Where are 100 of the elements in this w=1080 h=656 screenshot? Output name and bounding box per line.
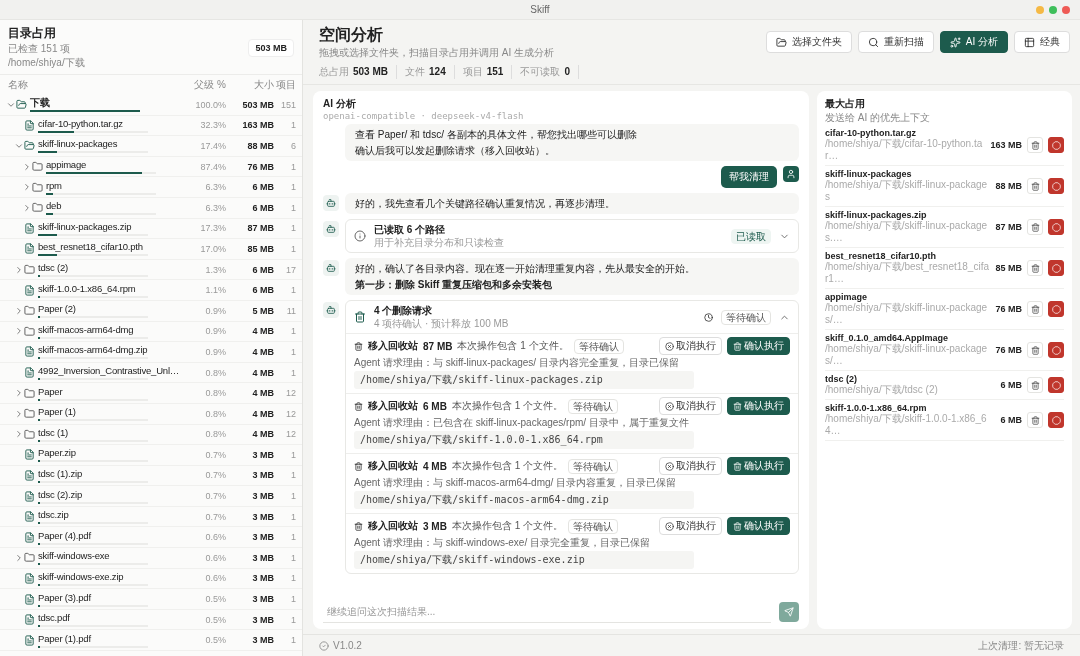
tree-row[interactable]: skiff-windows-exe 0.6% 3 MB 1 — [0, 548, 302, 569]
tree-row[interactable]: Paper (3).pdf 0.5% 3 MB 1 — [0, 589, 302, 610]
percent-text: 32.3% — [199, 120, 226, 131]
list-item[interactable]: appimage /home/shiya/下载/skiff-linux-packages/… 76 MB — [825, 289, 1064, 330]
tree-row[interactable]: Paper.zip 0.7% 3 MB 1 — [0, 445, 302, 466]
list-item[interactable]: cifar-10-python.tar.gz /home/shiya/下载/cifar-10-python.tar… 163 MB — [825, 125, 1064, 166]
tree-row[interactable]: Paper (1).pdf 0.5% 3 MB 1 — [0, 630, 302, 652]
count-text: 1 — [290, 511, 296, 522]
list-item[interactable]: skiff-linux-packages.zip /home/shiya/下载/skiff-linux-packages.… 87 MB — [825, 207, 1064, 248]
list-item[interactable]: skiff-linux-packages /home/shiya/下载/skiff-linux-packages 88 MB — [825, 166, 1064, 207]
count-text: 1 — [290, 202, 296, 213]
user-avatar — [783, 166, 799, 182]
send-button[interactable] — [779, 602, 799, 622]
file-icon — [24, 243, 35, 255]
chevron-down-icon[interactable] — [13, 141, 24, 151]
list-item[interactable]: skiff_0.1.0_amd64.AppImage /home/shiya/下载/skiff-linux-packages/… 76 MB — [825, 330, 1064, 371]
tree-row[interactable]: skiff-linux-packages.zip 17.3% 87 MB 1 — [0, 218, 302, 240]
toolbar-button[interactable]: AI 分析 — [939, 31, 1008, 53]
percent-text: 0.5% — [204, 635, 226, 646]
delete-button[interactable] — [1048, 260, 1064, 276]
tree-row[interactable]: tdsc (2) 1.3% 6 MB 17 — [0, 259, 302, 281]
trash-icon — [354, 341, 363, 351]
percent-text: 0.7% — [204, 470, 226, 481]
cancel-button[interactable]: 取消执行 — [659, 397, 722, 415]
tree-row[interactable]: Paper 0.8% 4 MB 12 — [0, 383, 302, 404]
count-text: 1 — [290, 532, 296, 543]
path-text: /home/shiya/下载/skiff-linux-packages.zip — [354, 371, 694, 389]
delete-button[interactable] — [1048, 219, 1064, 235]
close-button[interactable] — [1062, 6, 1070, 14]
tree-row[interactable]: tdsc (1) 0.8% 4 MB 12 — [0, 424, 302, 446]
delete-button[interactable] — [1048, 178, 1064, 194]
toolbar-button[interactable]: 重新扫描 — [857, 31, 934, 53]
size-text: 5 MB — [251, 305, 274, 316]
cancel-icon — [665, 341, 674, 351]
file-icon — [24, 367, 35, 378]
count-text: 1 — [290, 573, 296, 584]
tree-row[interactable]: skiff-linux-packages 17.4% 88 MB 6 — [0, 136, 302, 157]
trash-button[interactable] — [1027, 219, 1043, 235]
delete-button[interactable] — [1048, 377, 1064, 393]
tree-row[interactable]: 下载 100.0% 503 MB 151 — [0, 95, 302, 116]
file-icon — [24, 572, 35, 584]
note-text: 本次操作包含 1 个文件。 — [451, 519, 564, 533]
tree-row[interactable]: tdsc.zip 0.7% 3 MB 1 — [0, 506, 302, 528]
toolbar-button[interactable]: 选择文件夹 — [765, 31, 852, 53]
trash-button[interactable] — [1027, 377, 1043, 393]
count-text: 6 — [290, 141, 296, 151]
delete-button[interactable] — [1048, 301, 1064, 317]
trash-icon — [1030, 222, 1040, 232]
trash-button[interactable] — [1027, 342, 1043, 358]
file-name: skiff-linux-packages — [38, 138, 119, 151]
tree-row[interactable]: tdsc (1).zip 0.7% 3 MB 1 — [0, 465, 302, 487]
tree-row[interactable]: skiff-windows-exe.zip 0.6% 3 MB 1 — [0, 568, 302, 590]
list-item[interactable]: skiff-1.0.0-1.x86_64.rpm /home/shiya/下载/skiff-1.0.0-1.x86_64… 6 MB — [825, 400, 1064, 441]
confirm-button[interactable]: 确认执行 — [727, 337, 790, 355]
tree-row[interactable]: skiff-macos-arm64-dmg.zip 0.9% 4 MB 1 — [0, 342, 302, 363]
toolbar-button[interactable]: 经典 — [1014, 31, 1070, 53]
note-text: 本次操作包含 1 个文件。 — [457, 339, 569, 353]
tree-row[interactable]: rpm 6.3% 6 MB 1 — [0, 177, 302, 198]
message-text: 确认后我可以发起删除请求（移入回收站）。 — [355, 144, 556, 157]
size-text: 6 MB — [251, 264, 274, 275]
list-item[interactable]: best_resnet18_cifar10.pth /home/shiya/下载/best_resnet18_cifar1… 85 MB — [825, 248, 1064, 289]
column-header[interactable]: 名称 — [0, 78, 188, 92]
column-header[interactable]: 大小 — [226, 78, 274, 92]
trash-button[interactable] — [1027, 412, 1043, 428]
path-text: /home/shiya/下载/skiff-macos-arm64-dmg.zip — [354, 491, 694, 509]
file-name: best_resnet18_cifar10.pth — [38, 241, 144, 254]
count-text: 151 — [279, 99, 296, 110]
maximize-button[interactable] — [1049, 6, 1057, 14]
size-text: 4 MB — [423, 460, 447, 472]
minimize-button[interactable] — [1036, 6, 1044, 14]
trash-button[interactable] — [1027, 178, 1043, 194]
trash-button[interactable] — [1027, 137, 1043, 153]
trash-button[interactable] — [1027, 301, 1043, 317]
percent-text: 17.0% — [199, 243, 226, 254]
tree-row[interactable]: skiff-1.0.0-1.x86_64.rpm 1.1% 6 MB 1 — [0, 280, 302, 301]
tree-row[interactable]: 4992_Inversion_Contrastive_Unl… 0.8% 4 MB 1 — [0, 362, 302, 384]
tree-row[interactable]: Paper (2) 0.9% 5 MB 11 — [0, 300, 302, 322]
column-header[interactable]: 项目 — [274, 78, 296, 92]
confirm-button[interactable]: 确认执行 — [727, 517, 790, 535]
tree-row[interactable]: cifar-10-python.tar.gz 32.3% 163 MB 1 — [0, 115, 302, 137]
list-item[interactable]: tdsc (2) /home/shiya/下载/tdsc (2) 6 MB — [825, 371, 1064, 400]
tree-row[interactable]: tdsc (2).zip 0.7% 3 MB 1 — [0, 486, 302, 507]
confirm-button[interactable]: 确认执行 — [727, 457, 790, 475]
reason-text: Agent 请求理由：与 skiff-macos-arm64-dmg/ 目录内容重复，目录已保留 — [354, 477, 678, 489]
tree-row[interactable]: deb 6.3% 6 MB 1 — [0, 197, 302, 219]
trash-button[interactable] — [1027, 260, 1043, 276]
tree-row[interactable]: Paper (1) 0.8% 4 MB 12 — [0, 403, 302, 425]
delete-button[interactable] — [1048, 412, 1064, 428]
tree-row[interactable]: Paper (4).pdf 0.6% 3 MB 1 — [0, 527, 302, 549]
cancel-button[interactable]: 取消执行 — [659, 517, 722, 535]
tree-row[interactable]: skiff-macos-arm64-dmg 0.9% 4 MB 1 — [0, 321, 302, 343]
tree-row[interactable]: best_resnet18_cifar10.pth 17.0% 85 MB 1 — [0, 239, 302, 260]
column-header[interactable]: 父级 % — [188, 78, 226, 92]
cancel-button[interactable]: 取消执行 — [659, 457, 722, 475]
cancel-button[interactable]: 取消执行 — [659, 337, 722, 355]
tree-row[interactable]: tdsc.pdf 0.5% 3 MB 1 — [0, 609, 302, 631]
confirm-button[interactable]: 确认执行 — [727, 397, 790, 415]
tree-row[interactable]: appimage 87.4% 76 MB 1 — [0, 156, 302, 178]
delete-button[interactable] — [1048, 137, 1064, 153]
delete-button[interactable] — [1048, 342, 1064, 358]
